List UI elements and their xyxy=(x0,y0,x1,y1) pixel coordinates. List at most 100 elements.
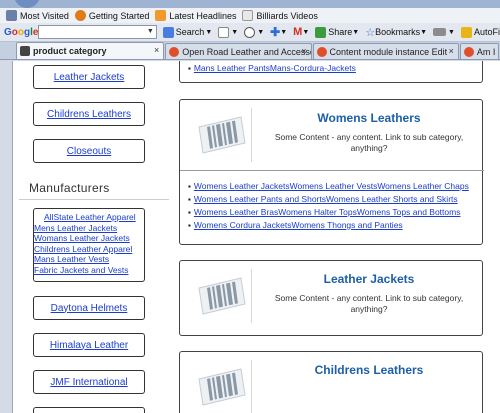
list-item: Womens Cordura JacketsWomens Thongs and … xyxy=(188,219,469,232)
bookmark-getting-started[interactable]: Getting Started xyxy=(74,10,150,21)
google-icon xyxy=(162,26,174,38)
category-panel-childrens-leathers: Childrens Leathers xyxy=(179,351,483,413)
gmail-icon: M xyxy=(293,26,303,38)
share-button[interactable]: Share ▼ xyxy=(315,26,360,38)
sidebar: Leather Jackets Childrens Leathers Close… xyxy=(13,61,173,413)
sub-category-link[interactable]: Mans Leather PantsMans-Cordura-Jackets xyxy=(194,63,356,73)
category-panel-partial: Mans Leather PantsMans-Cordura-Jackets xyxy=(179,61,483,83)
list-item: Womens Leather Pants and ShortsWomens Le… xyxy=(188,193,469,206)
divider xyxy=(180,170,484,171)
list-item: Womens Leather JacketsWomens Leather Ves… xyxy=(188,180,469,193)
bookmark-most-visited[interactable]: Most Visited xyxy=(6,10,69,21)
bookmarks-toolbar: Most Visited Getting Started Latest Head… xyxy=(0,8,500,23)
chevron-down-icon: ▼ xyxy=(302,28,310,36)
chevron-down-icon: ▼ xyxy=(352,28,360,36)
google-toolbar: Google ▼ Search ▼ ▼ ▼ ✚ ▼ M ▼ Share ▼ ☆ … xyxy=(0,23,500,42)
joomla-favicon-icon xyxy=(169,46,180,57)
history-button[interactable]: ▼ xyxy=(244,26,265,38)
sub-category-link[interactable]: Womens Leather JacketsWomens Leather Ves… xyxy=(194,181,469,191)
category-panel-womens-leathers: Womens Leathers Some Content - any conte… xyxy=(179,99,484,245)
close-tab-icon[interactable]: × xyxy=(154,45,159,55)
page-icon xyxy=(242,10,254,21)
list-item: Mans Leather PantsMans-Cordura-Jackets xyxy=(188,62,356,75)
page-rank-button[interactable]: ▼ xyxy=(218,26,239,38)
manufacturer-link-allstate[interactable]: AllState Leather Apparel xyxy=(34,212,144,223)
sub-category-list: Womens Leather JacketsWomens Leather Ves… xyxy=(188,180,469,232)
add-button[interactable]: ✚ ▼ xyxy=(270,25,287,39)
category-panel-leather-jackets: Leather Jackets Some Content - any conte… xyxy=(179,260,483,336)
google-search-button[interactable]: Search ▼ xyxy=(162,26,213,38)
list-item: Womens Leather BrasWomens Halter TopsWom… xyxy=(188,206,469,219)
panel-title: Leather Jackets xyxy=(323,272,415,286)
sidebar-item-closeouts[interactable]: Closeouts xyxy=(33,139,145,163)
sub-category-list: Mans Leather PantsMans-Cordura-Jackets xyxy=(188,62,356,75)
manufacturer-link[interactable]: Childrens Leather Apparel xyxy=(34,244,144,255)
keyboard-button[interactable]: ▼ xyxy=(433,28,455,36)
chevron-down-icon: ▼ xyxy=(448,28,455,36)
panel-description: Some Content - any content. Link to sub … xyxy=(274,293,464,314)
joomla-favicon-icon xyxy=(463,46,474,57)
chevron-down-icon: ▼ xyxy=(420,28,428,36)
main-content: Mans Leather PantsMans-Cordura-Jackets xyxy=(179,61,500,413)
tab-content-module-edit[interactable]: Content module instance Edit × xyxy=(312,43,459,59)
google-search-input[interactable]: ▼ xyxy=(38,25,157,39)
tab-am-i[interactable]: Am I xyxy=(459,43,500,59)
sub-category-link[interactable]: Womens Leather BrasWomens Halter TopsWom… xyxy=(194,207,461,217)
page-favicon-icon xyxy=(20,46,30,56)
bookmark-label: Latest Headlines xyxy=(169,10,237,21)
bookmark-label: Most Visited xyxy=(20,10,69,21)
dropdown-arrow-icon[interactable]: ▼ xyxy=(147,28,154,35)
barcode-image xyxy=(192,360,252,413)
manufacturer-partial[interactable] xyxy=(33,407,145,413)
panel-description: Some Content - any content. Link to sub … xyxy=(274,132,464,153)
plus-icon: ✚ xyxy=(270,25,281,39)
chevron-down-icon: ▼ xyxy=(231,28,239,36)
star-icon: ☆ xyxy=(365,26,376,39)
tab-product-category[interactable]: product category × xyxy=(16,42,165,59)
close-tab-icon[interactable]: × xyxy=(449,46,454,56)
bookmark-star-icon xyxy=(6,10,17,21)
divider xyxy=(19,199,169,200)
manufacturer-link[interactable]: Mens Leather Jackets xyxy=(34,223,144,234)
share-icon xyxy=(315,26,327,38)
joomla-favicon-icon xyxy=(316,46,327,57)
manufacturer-daytona-helmets[interactable]: Daytona Helmets xyxy=(33,296,145,320)
window-titlebar xyxy=(0,0,500,8)
manufacturer-link[interactable]: Mans Leather Vests xyxy=(34,254,144,265)
google-logo: Google xyxy=(4,26,39,38)
manufacturer-link[interactable]: Fabric Jackets and Vests xyxy=(34,265,144,276)
bookmark-billiards-videos[interactable]: Billiards Videos xyxy=(242,10,318,21)
keyboard-icon xyxy=(433,28,447,36)
page-icon xyxy=(218,26,230,38)
tab-strip: product category × Open Road Leather and… xyxy=(0,42,500,60)
manufacturers-heading: Manufacturers xyxy=(29,181,110,195)
barcode-image xyxy=(192,108,252,162)
chevron-down-icon: ▼ xyxy=(205,28,213,36)
manufacturer-jmf-international[interactable]: JMF International xyxy=(33,370,145,394)
manufacturer-link[interactable]: Womans Leather Jackets xyxy=(34,233,144,244)
bookmark-latest-headlines[interactable]: Latest Headlines xyxy=(155,10,236,21)
sub-category-link[interactable]: Womens Cordura JacketsWomens Thongs and … xyxy=(194,220,403,230)
panel-title: Womens Leathers xyxy=(317,111,421,125)
gmail-button[interactable]: M ▼ xyxy=(293,26,309,38)
chevron-down-icon: ▼ xyxy=(257,28,265,36)
firefox-icon xyxy=(74,10,86,21)
manufacturer-allstate-box: AllState Leather Apparel Mens Leather Ja… xyxy=(33,208,145,282)
bookmark-label: Getting Started xyxy=(88,10,150,21)
autofill-button[interactable]: AutoFi xyxy=(460,26,500,38)
page-content: Leather Jackets Childrens Leathers Close… xyxy=(12,61,500,413)
clock-icon xyxy=(244,26,256,38)
sub-category-link[interactable]: Womens Leather Pants and ShortsWomens Le… xyxy=(194,194,458,204)
panel-title: Childrens Leathers xyxy=(314,363,424,377)
pencil-icon xyxy=(460,26,472,38)
close-tab-icon[interactable]: × xyxy=(301,46,306,56)
barcode-image xyxy=(192,269,252,323)
sidebar-item-leather-jackets[interactable]: Leather Jackets xyxy=(33,65,145,89)
tab-open-road-leather[interactable]: Open Road Leather and Accessori... × xyxy=(165,43,312,59)
bookmark-label: Billiards Videos xyxy=(256,10,318,21)
rss-icon xyxy=(155,10,167,21)
bookmarks-button[interactable]: ☆ Bookmarks ▼ xyxy=(365,26,427,39)
chevron-down-icon: ▼ xyxy=(280,28,288,36)
sidebar-item-childrens-leathers[interactable]: Childrens Leathers xyxy=(33,102,145,126)
manufacturer-himalaya-leather[interactable]: Himalaya Leather xyxy=(33,333,145,357)
